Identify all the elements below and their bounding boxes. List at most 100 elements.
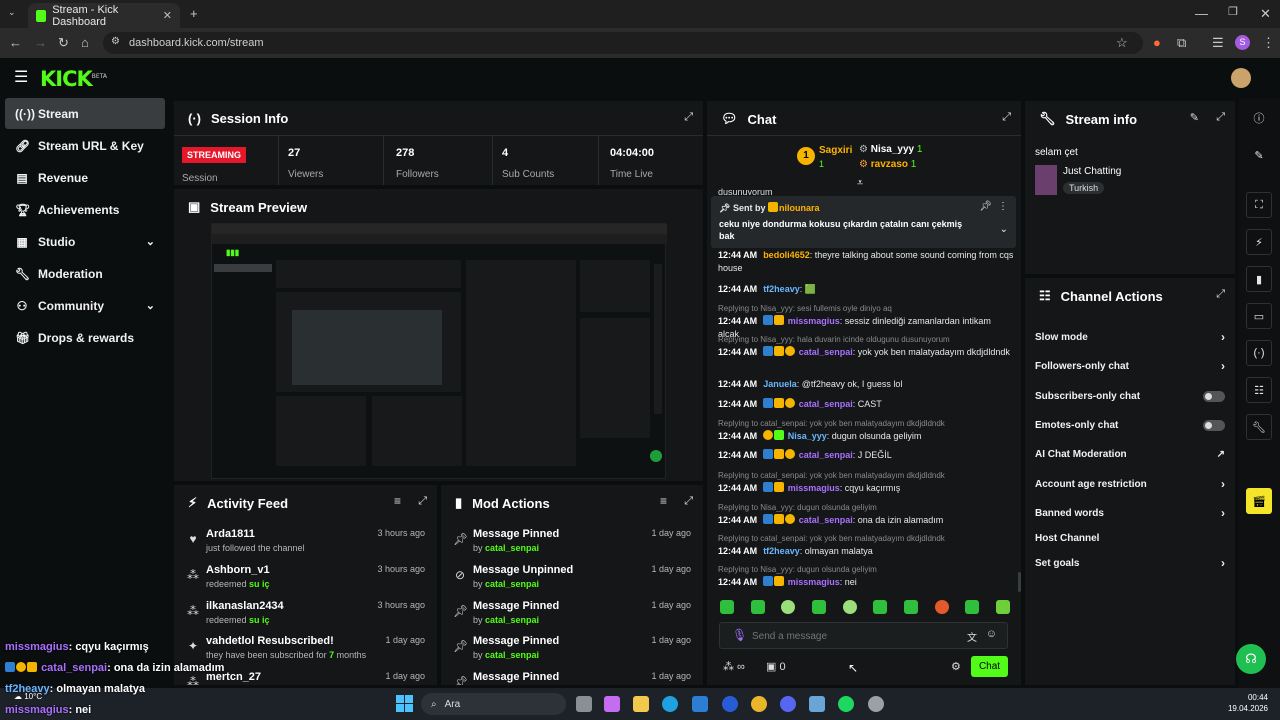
moderator-name[interactable]: catal_senpai: [485, 615, 539, 625]
user-avatar[interactable]: [1231, 68, 1251, 88]
tab-close-icon[interactable]: ✕: [163, 9, 172, 22]
extensions-puzzle-icon[interactable]: ⧉: [1177, 36, 1186, 49]
channel-action-followers-only[interactable]: Followers-only chat ›: [1035, 355, 1225, 377]
info-icon[interactable]: ⓘ: [1246, 105, 1272, 131]
emote-icon[interactable]: [995, 600, 1010, 614]
sidebar-item-drops-rewards[interactable]: 🎁︎ Drops & rewards: [5, 322, 165, 353]
emoji-icon[interactable]: ☺: [986, 628, 997, 640]
lightning-icon[interactable]: ⚡︎: [1246, 229, 1272, 255]
app-icon[interactable]: [809, 696, 825, 712]
message-user[interactable]: Nisa_yyy: [788, 431, 827, 441]
taskbar-search[interactable]: ⌕ Ara: [421, 693, 566, 715]
top-gifter-1[interactable]: Sagxiri: [819, 145, 852, 156]
support-headset-icon[interactable]: ☊: [1236, 644, 1266, 674]
hamburger-menu-icon[interactable]: ☰: [14, 70, 28, 86]
expand-icon[interactable]: ⤢: [1216, 111, 1225, 124]
profile-avatar-icon[interactable]: S: [1235, 35, 1250, 50]
discord-icon[interactable]: [780, 696, 796, 712]
layout-icon[interactable]: ☷: [1246, 377, 1272, 403]
sidebar-item-achievements[interactable]: 🏆︎ Achievements: [5, 194, 165, 225]
message-user[interactable]: missmagius: [788, 483, 840, 493]
top-gifter-3[interactable]: ⚙︎ ravzaso 1: [859, 159, 916, 170]
pin-icon[interactable]: 📌︎: [979, 201, 992, 212]
spotify-icon[interactable]: [838, 696, 854, 712]
chat-input[interactable]: [752, 627, 952, 645]
chat-scrollbar[interactable]: [1018, 572, 1021, 592]
expand-icon[interactable]: ⤢: [1216, 288, 1225, 301]
edit-pencil-icon[interactable]: ✎: [1190, 111, 1199, 124]
message-user[interactable]: missmagius: [788, 316, 840, 326]
category-name[interactable]: Just Chatting: [1063, 166, 1121, 177]
window-close-icon[interactable]: ✕: [1260, 7, 1271, 20]
emote-icon[interactable]: [842, 600, 857, 614]
edge-icon[interactable]: [662, 696, 678, 712]
moderator-name[interactable]: catal_senpai: [485, 579, 539, 589]
chat-message[interactable]: Replying to Nisa_yyy: dugun olsunda geli…: [718, 563, 1014, 589]
clapperboard-icon[interactable]: 🎬︎: [1246, 488, 1272, 514]
channel-action-subscribers-only[interactable]: Subscribers-only chat: [1035, 385, 1225, 407]
filter-icon[interactable]: ≡: [660, 494, 667, 508]
message-user[interactable]: missmagius: [788, 577, 840, 587]
task-view-icon[interactable]: [576, 696, 592, 712]
extension-icon[interactable]: ●: [1153, 36, 1161, 49]
pinned-message[interactable]: 📌︎ Sent by nilounara 📌︎ ⋮ ceku niye dond…: [711, 196, 1016, 248]
activity-user[interactable]: vahdetlol Resubscribed!: [206, 635, 334, 647]
browser-tab[interactable]: Stream - Kick Dashboard ✕: [28, 3, 180, 28]
stream-preview-video[interactable]: ▮▮▮: [211, 223, 667, 479]
expand-icon[interactable]: ⤢: [418, 495, 427, 508]
chat-input-box[interactable]: 🎙︎ 文 ☺: [719, 622, 1008, 649]
clock[interactable]: 00:44 19.04.2026: [1228, 692, 1268, 714]
chat-message[interactable]: Replying to catal_senpai: yok yok ben ma…: [718, 469, 1014, 495]
channel-action-slow-mode[interactable]: Slow mode ›: [1035, 326, 1225, 348]
chat-message[interactable]: Replying to Nisa_yyy: dugun olsunda geli…: [718, 501, 1014, 527]
sidebar-item-stream[interactable]: ((·)) Stream: [5, 98, 165, 129]
top-gifter-2[interactable]: ⚙︎ Nisa_yyy 1: [859, 144, 922, 155]
document-icon[interactable]: ▮: [1246, 266, 1272, 292]
emote-icon[interactable]: [873, 600, 888, 614]
emote-icon[interactable]: [965, 600, 980, 614]
emote-icon[interactable]: [750, 600, 765, 614]
toggle-switch[interactable]: [1203, 390, 1225, 402]
filter-icon[interactable]: ≡: [394, 494, 401, 508]
new-tab-icon[interactable]: +: [190, 7, 198, 20]
collapse-gifters-icon[interactable]: ⩡: [857, 177, 863, 190]
home-icon[interactable]: ⌂: [81, 36, 89, 49]
emote-icon[interactable]: [934, 600, 949, 614]
channel-points-icon[interactable]: ⁂ ∞: [723, 660, 745, 673]
translate-icon[interactable]: 文: [967, 629, 977, 644]
copilot-icon[interactable]: [604, 696, 620, 712]
chat-message[interactable]: 12:44 AM tf2heavy: 🟩: [718, 283, 1014, 296]
message-user[interactable]: catal_senpai: [799, 399, 853, 409]
chat-message[interactable]: 12:44 AM bedoli4652: theyre talking about…: [718, 249, 1014, 275]
back-icon[interactable]: ←: [9, 36, 22, 49]
message-user[interactable]: catal_senpai: [799, 450, 853, 460]
channel-action-emotes-only[interactable]: Emotes-only chat: [1035, 414, 1225, 436]
channel-action-account-age[interactable]: Account age restriction ›: [1035, 473, 1225, 495]
chat-message[interactable]: 12:44 AM catal_senpai: J DEĞİL: [718, 449, 1014, 462]
reload-icon[interactable]: ↻: [58, 36, 69, 49]
microphone-icon[interactable]: 🎙︎: [732, 628, 747, 642]
reading-list-icon[interactable]: ☰: [1212, 36, 1224, 49]
chevron-down-icon[interactable]: ⌄: [1000, 224, 1008, 235]
chat-message[interactable]: Replying to catal_senpai: yok yok ben ma…: [718, 417, 1014, 443]
expand-icon[interactable]: ⤢: [1002, 111, 1011, 124]
channel-action-banned-words[interactable]: Banned words ›: [1035, 502, 1225, 524]
message-user[interactable]: catal_senpai: [799, 347, 853, 357]
sidebar-item-moderation[interactable]: 🔧︎ Moderation: [5, 258, 165, 289]
maximize-icon[interactable]: ❐: [1228, 7, 1238, 18]
chat-message[interactable]: Replying to catal_senpai: yok yok ben ma…: [718, 532, 1014, 558]
chat-message[interactable]: 12:44 AM Januela: @tf2heavy ok, I guess l…: [718, 378, 1014, 391]
sidebar-item-stream-url-key[interactable]: 🔗︎ Stream URL & Key: [5, 130, 165, 161]
app-icon[interactable]: [722, 696, 738, 712]
message-user[interactable]: catal_senpai: [799, 515, 853, 525]
edit-pencil-icon[interactable]: ✎: [1246, 142, 1272, 168]
message-user[interactable]: tf2heavy: [763, 546, 800, 556]
channel-action-host-channel[interactable]: Host Channel: [1035, 527, 1225, 549]
wrench-icon[interactable]: 🔧︎: [1246, 414, 1272, 440]
browser-menu-icon[interactable]: ⋮: [1262, 36, 1275, 49]
chat-bubble-icon[interactable]: ▭: [1246, 303, 1272, 329]
emote-icon[interactable]: [903, 600, 918, 614]
channel-action-set-goals[interactable]: Set goals ›: [1035, 552, 1225, 574]
tab-list-icon[interactable]: ⌄: [8, 8, 16, 17]
windows-start-icon[interactable]: [396, 695, 413, 712]
